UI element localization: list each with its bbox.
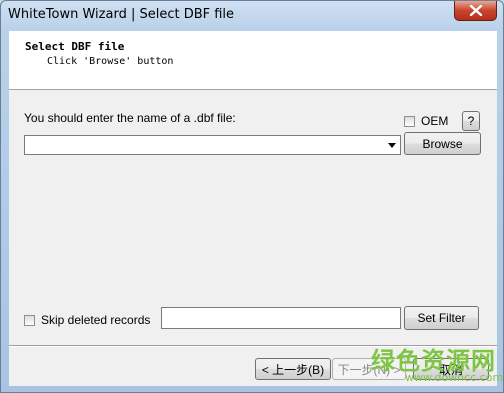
oem-label: OEM [421, 114, 449, 128]
header-title: Select DBF file [25, 40, 125, 53]
help-button[interactable]: ? [462, 111, 480, 131]
wizard-header: Select DBF file Click 'Browse' button [9, 31, 497, 90]
back-button[interactable]: < 上一步(B) [255, 358, 331, 380]
window-title: WhiteTown Wizard | Select DBF file [8, 7, 235, 22]
footer-separator [9, 345, 497, 347]
dbf-file-label: You should enter the name of a .dbf file… [24, 111, 236, 125]
dialog-client-area: Select DBF file Click 'Browse' button Yo… [9, 31, 497, 386]
close-icon [469, 5, 482, 16]
wizard-window: WhiteTown Wizard | Select DBF file Selec… [0, 0, 504, 393]
dbf-file-combobox[interactable] [24, 135, 401, 155]
set-filter-button[interactable]: Set Filter [404, 306, 479, 330]
next-button: 下一步(N) > [332, 358, 406, 380]
title-bar[interactable]: WhiteTown Wizard | Select DBF file [1, 1, 503, 31]
header-subtitle: Click 'Browse' button [47, 56, 174, 67]
browse-button[interactable]: Browse [404, 132, 481, 155]
oem-option[interactable]: OEM [404, 114, 448, 128]
combobox-dropdown-button[interactable] [384, 136, 400, 154]
skip-deleted-label: Skip deleted records [41, 313, 151, 327]
cancel-button[interactable]: 取消 [413, 358, 489, 380]
close-button[interactable] [454, 1, 497, 21]
oem-checkbox[interactable] [404, 115, 415, 127]
skip-deleted-checkbox[interactable] [24, 314, 35, 326]
skip-deleted-option[interactable]: Skip deleted records [24, 313, 150, 327]
chevron-down-icon [388, 142, 396, 148]
filter-input[interactable] [161, 307, 401, 329]
